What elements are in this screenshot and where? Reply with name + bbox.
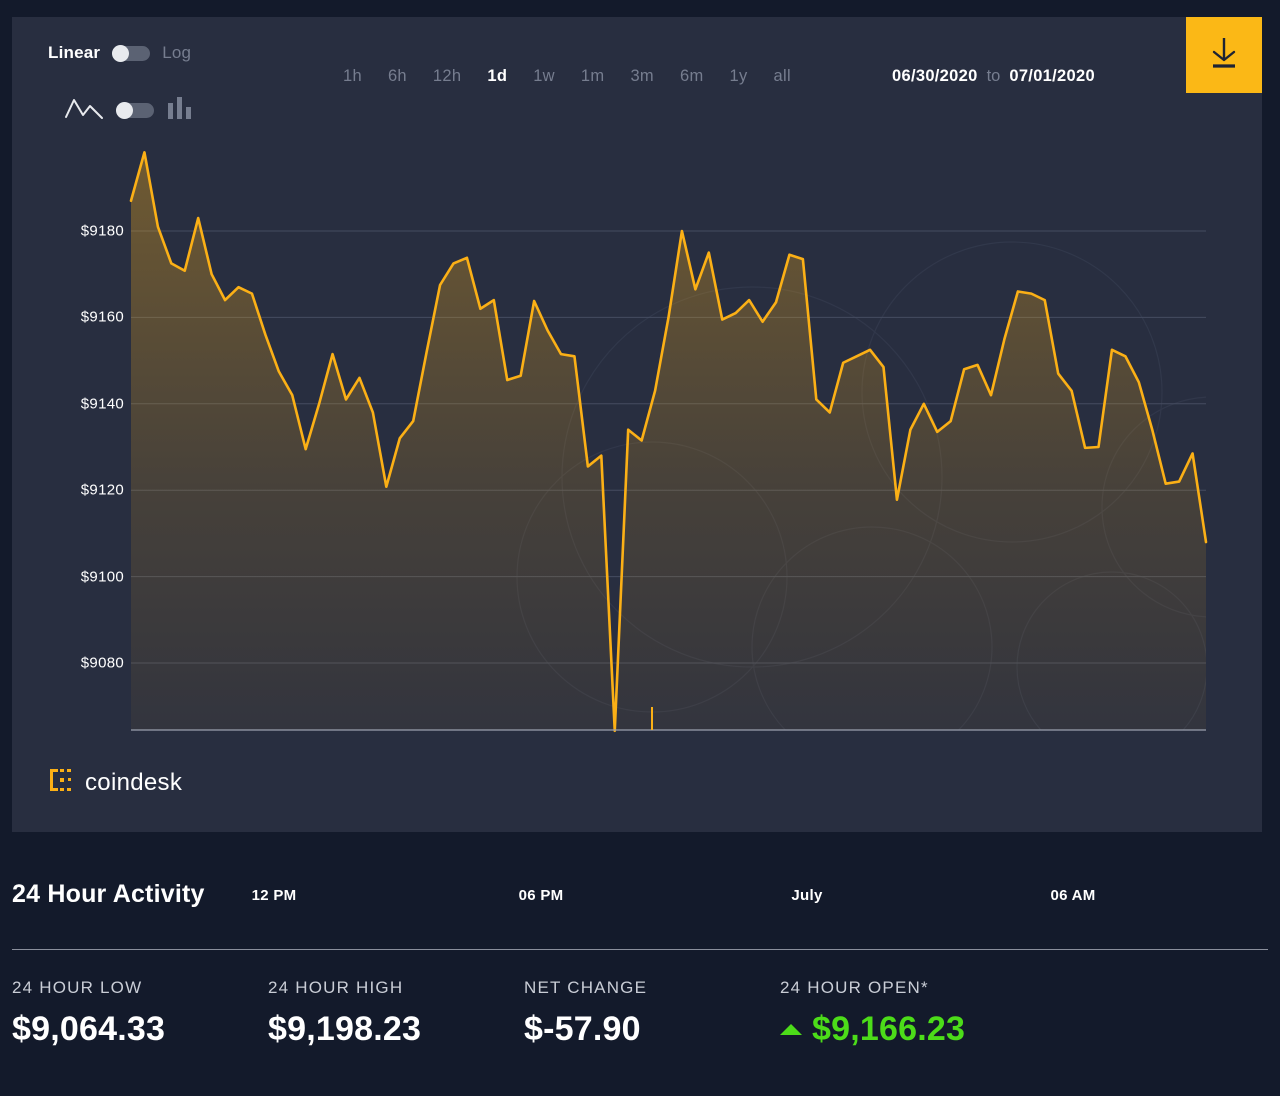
activity-section: 24 Hour Activity 24 HOUR LOW $9,064.33 2… xyxy=(12,880,1268,1049)
activity-title: 24 Hour Activity xyxy=(12,880,205,908)
timeframe-6h[interactable]: 6h xyxy=(375,67,420,86)
scale-linear-label[interactable]: Linear xyxy=(48,43,100,63)
timeframe-6m[interactable]: 6m xyxy=(667,67,717,86)
date-from[interactable]: 06/30/2020 xyxy=(892,67,978,86)
bar-chart-icon[interactable] xyxy=(166,95,194,126)
activity-divider xyxy=(12,949,1268,950)
chart-type-toggle-knob xyxy=(116,102,133,119)
stat-24-hour-open: 24 HOUR OPEN* $9,166.23 xyxy=(780,978,1036,1049)
y-axis-tick-label: $9080 xyxy=(80,654,124,672)
stat-24-hour-high: 24 HOUR HIGH $9,198.23 xyxy=(268,978,524,1049)
chart-type-toggle-row xyxy=(64,95,194,126)
timeframe-1h[interactable]: 1h xyxy=(330,67,375,86)
download-icon xyxy=(1207,35,1241,76)
stat-net-change: NET CHANGE $-57.90 xyxy=(524,978,780,1049)
coindesk-price-page: Linear Log 1h 6h 12h 1d 1w 1m 3m 6m 1y a… xyxy=(0,0,1280,1096)
stat-value: $9,166.23 xyxy=(780,1010,1036,1049)
date-range-separator: to xyxy=(986,67,1001,85)
line-chart-icon[interactable] xyxy=(64,95,104,126)
activity-stats: 24 HOUR LOW $9,064.33 24 HOUR HIGH $9,19… xyxy=(12,978,1268,1049)
y-axis-tick-label: $9140 xyxy=(80,395,124,413)
timeframe-1m[interactable]: 1m xyxy=(568,67,618,86)
scale-toggle-switch[interactable] xyxy=(112,44,151,62)
price-chart-svg[interactable] xyxy=(12,147,1262,757)
download-button[interactable] xyxy=(1186,17,1262,93)
coindesk-mark-icon xyxy=(48,767,74,798)
scale-log-label[interactable]: Log xyxy=(162,43,191,63)
date-range: 06/30/2020 to 07/01/2020 xyxy=(892,67,1095,86)
stat-label: 24 HOUR OPEN* xyxy=(780,978,929,997)
scale-toggle-knob xyxy=(112,44,130,62)
stat-value: $9,198.23 xyxy=(268,1010,422,1048)
y-axis-labels: $9080 $9100 $9120 $9140 $9160 $9180 xyxy=(12,147,132,757)
timeframe-all[interactable]: all xyxy=(761,67,804,86)
y-axis-tick-label: $9100 xyxy=(80,568,124,586)
date-to[interactable]: 07/01/2020 xyxy=(1009,67,1095,86)
stat-value: $-57.90 xyxy=(524,1010,641,1048)
stat-label: 24 HOUR HIGH xyxy=(268,978,404,997)
stat-label: NET CHANGE xyxy=(524,978,648,997)
timeframe-1w[interactable]: 1w xyxy=(520,67,568,86)
coindesk-wordmark: coindesk xyxy=(85,768,183,796)
timeframe-selector: 1h 6h 12h 1d 1w 1m 3m 6m 1y all xyxy=(330,67,804,86)
y-axis-tick-label: $9160 xyxy=(80,308,124,326)
stat-value: $9,064.33 xyxy=(12,1010,166,1048)
stat-24-hour-low: 24 HOUR LOW $9,064.33 xyxy=(12,978,268,1049)
chart-plot-area: $9080 $9100 $9120 $9140 $9160 $9180 12 PM 06 P… xyxy=(12,147,1262,904)
y-axis-tick-label: $9180 xyxy=(80,222,124,240)
stat-value-text: $9,166.23 xyxy=(812,1010,966,1048)
timeframe-1y[interactable]: 1y xyxy=(717,67,761,86)
coindesk-logo: coindesk xyxy=(48,767,182,798)
timeframe-1d[interactable]: 1d xyxy=(474,67,520,86)
y-axis-tick-label: $9120 xyxy=(80,481,124,499)
caret-up-icon xyxy=(780,1024,802,1035)
scale-toggle-row: Linear Log xyxy=(48,43,191,63)
chart-type-toggle-switch[interactable] xyxy=(116,102,154,119)
chart-panel: Linear Log 1h 6h 12h 1d 1w 1m 3m 6m 1y a… xyxy=(12,17,1262,904)
timeframe-3m[interactable]: 3m xyxy=(617,67,667,86)
stat-label: 24 HOUR LOW xyxy=(12,978,143,997)
timeframe-12h[interactable]: 12h xyxy=(420,67,474,86)
